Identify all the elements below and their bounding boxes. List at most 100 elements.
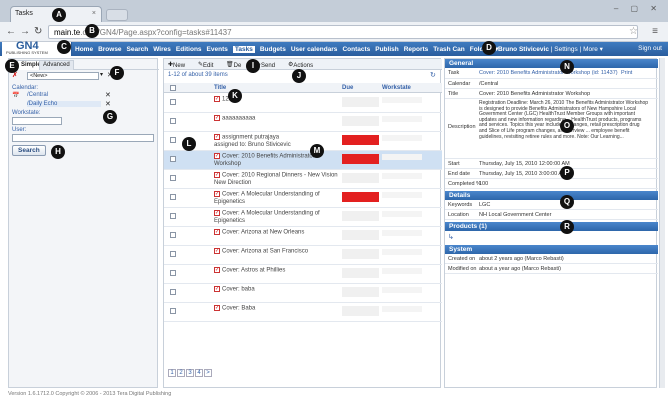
table-row[interactable]: ✓ aaaaaaaaaa xyxy=(164,113,442,132)
nav-search[interactable]: Search xyxy=(127,46,149,53)
row-workstate xyxy=(382,211,422,217)
dropdown-arrow-icon[interactable]: ▾ xyxy=(100,71,103,78)
row-title[interactable]: ✓ Cover: Arizona at New Orleans xyxy=(214,229,339,237)
page-1[interactable]: 1 xyxy=(168,369,176,377)
table-row[interactable]: ✓ Cover: 2010 Regional Dinners - New Visi… xyxy=(164,170,442,189)
workstate-select[interactable] xyxy=(12,117,62,125)
calendar-central[interactable]: /Central xyxy=(27,92,48,98)
row-checkbox[interactable] xyxy=(170,194,176,200)
row-checkbox[interactable] xyxy=(170,137,176,143)
edit-button[interactable]: ✎ Edit xyxy=(198,61,213,69)
callout-marker-p: P xyxy=(560,166,574,180)
nav-home[interactable]: Home xyxy=(75,46,93,53)
row-title[interactable]: ✓ Cover: A Molecular Understanding of Epi… xyxy=(214,191,339,206)
page-2[interactable]: 2 xyxy=(177,369,185,377)
search-button[interactable]: Search xyxy=(12,145,46,156)
row-due xyxy=(342,135,379,145)
general-section-header[interactable]: General xyxy=(445,59,658,68)
row-workstate xyxy=(382,97,422,103)
window-controls[interactable]: ‒ ▢ ✕ xyxy=(614,4,662,13)
row-checkbox[interactable] xyxy=(170,213,176,219)
row-checkbox[interactable] xyxy=(170,289,176,295)
column-due[interactable]: Due xyxy=(342,85,353,91)
browser-menu-icon[interactable]: ≡ xyxy=(652,26,658,37)
description-row: Description Registration Deadline: March … xyxy=(445,99,658,159)
tab-advanced[interactable]: Advanced xyxy=(39,60,74,70)
table-row[interactable]: ✓ Cover: Arizona at New Orleans xyxy=(164,227,442,246)
back-icon[interactable]: ← xyxy=(6,26,16,37)
system-section-header[interactable]: System xyxy=(445,245,658,254)
more-menu[interactable]: More ▾ xyxy=(583,46,603,53)
row-checkbox[interactable] xyxy=(170,99,176,105)
product-link-icon[interactable]: ↳ xyxy=(448,233,454,241)
nav-contacts[interactable]: Contacts xyxy=(342,46,370,53)
actions-button[interactable]: ⚙ Actions xyxy=(288,61,313,69)
nav-browse[interactable]: Browse xyxy=(98,46,121,53)
column-workstate[interactable]: Workstate xyxy=(382,85,411,91)
new-button[interactable]: ✚ New xyxy=(168,61,185,69)
table-row[interactable]: ✓ Cover: Baba xyxy=(164,303,442,322)
table-row[interactable]: ✓ Cover: A Molecular Understanding of Epi… xyxy=(164,189,442,208)
row-title[interactable]: ✓ Cover: baba xyxy=(214,286,339,294)
settings-link[interactable]: Settings xyxy=(554,46,578,53)
new-tab-button[interactable] xyxy=(106,9,128,21)
print-button[interactable]: Print xyxy=(621,70,632,76)
page-3[interactable]: 3 xyxy=(186,369,194,377)
table-row[interactable]: ✓ assignment putrajaya assigned to: Bruno … xyxy=(164,132,442,151)
row-checkbox[interactable] xyxy=(170,251,176,257)
address-bar[interactable]: main.te.com/GN4/Page.aspx?config=tasks#1… xyxy=(48,25,638,39)
nav-wires[interactable]: Wires xyxy=(153,46,171,53)
vertical-scrollbar[interactable] xyxy=(659,58,665,388)
page-4[interactable]: 4 xyxy=(195,369,203,377)
row-title[interactable]: ✓ Cover: Astros at Phillies xyxy=(214,267,339,275)
table-row[interactable]: ✓ Cover: 2010 Benefits Administrator Work… xyxy=(164,151,442,170)
nav-user-calendars[interactable]: User calendars xyxy=(291,46,338,53)
row-checkbox[interactable] xyxy=(170,175,176,181)
products-section-header[interactable]: Products (1) xyxy=(445,222,658,231)
nav-publish[interactable]: Publish xyxy=(375,46,398,53)
nav-reports[interactable]: Reports xyxy=(404,46,429,53)
row-checkbox[interactable] xyxy=(170,156,176,162)
row-title[interactable]: ✓ Cover: Arizona at San Francisco xyxy=(214,248,339,256)
row-checkbox[interactable] xyxy=(170,270,176,276)
refresh-icon[interactable]: ↻ xyxy=(430,71,436,79)
close-icon[interactable]: × xyxy=(92,10,96,17)
workstate-label: Workstate: xyxy=(12,110,41,116)
table-row[interactable]: ✓ Cover: baba xyxy=(164,284,442,303)
page-next[interactable]: > xyxy=(204,369,212,377)
reload-icon[interactable]: ↻ xyxy=(34,26,42,37)
select-all-checkbox[interactable] xyxy=(170,85,176,91)
nav-budgets[interactable]: Budgets xyxy=(260,46,286,53)
table-row[interactable]: ✓ Cover: A Molecular Understanding of Epi… xyxy=(164,208,442,227)
details-section-header[interactable]: Details xyxy=(445,191,658,200)
row-due xyxy=(342,268,379,278)
remove-calendar-central-icon[interactable]: ✕ xyxy=(105,91,111,99)
table-row[interactable]: ✓ Cover: Astros at Phillies xyxy=(164,265,442,284)
row-title[interactable]: ✓ Cover: A Molecular Understanding of Epi… xyxy=(214,210,339,225)
remove-calendar-daily-echo-icon[interactable]: ✕ xyxy=(105,100,111,108)
calendar-picker-icon[interactable]: 📅 xyxy=(12,92,19,99)
sign-out-link[interactable]: Sign out xyxy=(638,45,662,52)
nav-tasks[interactable]: Tasks xyxy=(232,46,255,53)
table-row[interactable]: ✓ Cover: Arizona at San Francisco xyxy=(164,246,442,265)
row-title[interactable]: ✓ Cover: 2010 Regional Dinners - New Visi… xyxy=(214,172,339,187)
forward-icon[interactable]: → xyxy=(20,26,30,37)
delete-button[interactable]: 🗑 De xyxy=(226,61,241,69)
row-due xyxy=(342,211,379,221)
row-checkbox[interactable] xyxy=(170,118,176,124)
calendar-daily-echo[interactable]: /Daily Echo xyxy=(27,101,101,107)
bookmark-star-icon[interactable]: ☆ xyxy=(629,26,638,37)
nav-events[interactable]: Events xyxy=(207,46,228,53)
user-name[interactable]: Bruno Stivicevic xyxy=(498,46,549,53)
callout-marker-a: A xyxy=(52,8,66,22)
row-checkbox[interactable] xyxy=(170,308,176,314)
row-title[interactable]: ✓ aaaaaaaaaa xyxy=(214,115,339,123)
row-title[interactable]: ✓ Cover: Baba xyxy=(214,305,339,313)
user-input[interactable] xyxy=(12,134,154,142)
table-row[interactable]: ✓ 123 xyxy=(164,94,442,113)
saved-search-select[interactable]: <New> xyxy=(27,72,99,80)
column-title[interactable]: Title xyxy=(214,85,226,91)
nav-editions[interactable]: Editions xyxy=(176,46,202,53)
row-checkbox[interactable] xyxy=(170,232,176,238)
nav-trash-can[interactable]: Trash Can xyxy=(433,46,464,53)
